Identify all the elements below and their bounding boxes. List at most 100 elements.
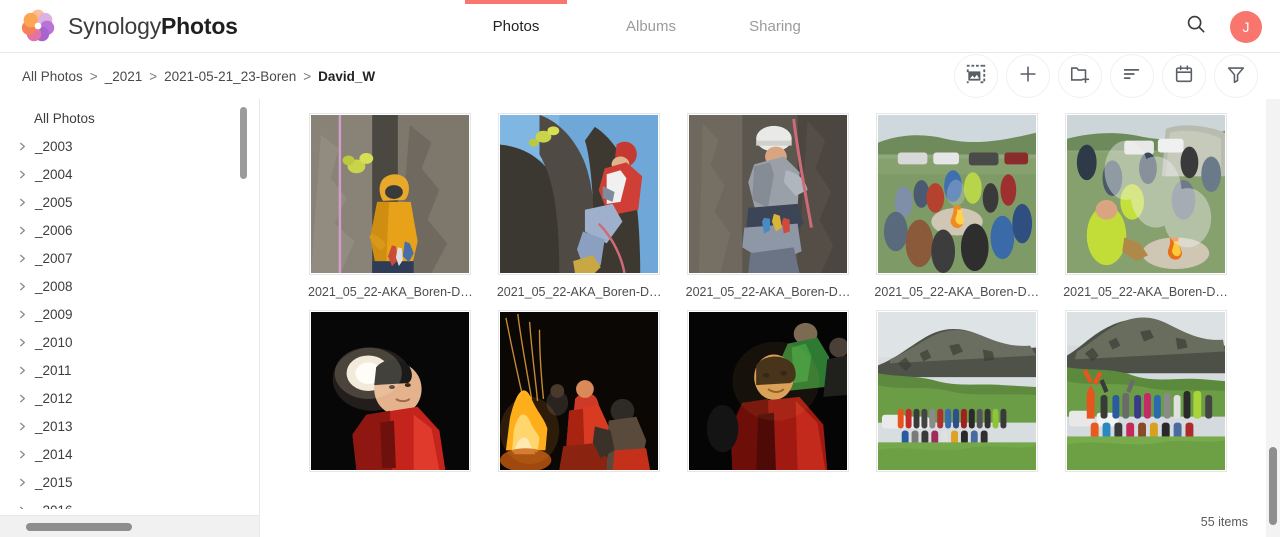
breadcrumb-item-all-photos[interactable]: All Photos [22, 69, 83, 84]
main-vertical-scrollbar-thumb[interactable] [1269, 447, 1277, 525]
tab-sharing-label: Sharing [749, 18, 801, 35]
photo-item[interactable]: 2021_05_22-AKA_Boren-D… [485, 113, 674, 299]
photo-item[interactable]: 2021_05_22-AKA_Boren-D… [296, 113, 485, 299]
breadcrumb-item-2021[interactable]: _2021 [105, 69, 143, 84]
sidebar-item-label: _2010 [35, 334, 73, 350]
photo-item[interactable]: 2021_05_22-AKA_Boren-D… [674, 113, 863, 299]
sidebar-item-2006[interactable]: _2006 [0, 216, 236, 244]
photo-thumbnail[interactable] [498, 310, 661, 472]
sidebar-item-2014[interactable]: _2014 [0, 440, 236, 468]
sidebar-item-2016[interactable]: _2016 [0, 496, 236, 509]
chevron-right-icon[interactable] [16, 336, 28, 348]
sidebar-item-2011[interactable]: _2011 [0, 356, 236, 384]
sidebar-item-label: _2012 [35, 390, 73, 406]
chevron-right-icon[interactable] [16, 364, 28, 376]
chevron-right-icon[interactable] [16, 308, 28, 320]
sidebar-item-label: All Photos [34, 111, 95, 126]
tab-sharing[interactable]: Sharing [713, 0, 837, 53]
campsite-smoke-tent-image [1066, 115, 1225, 273]
photo-item[interactable]: 2021_05_22-AKA_Boren-D… [1051, 113, 1240, 299]
sidebar-item-label: _2005 [35, 194, 73, 210]
photo-item[interactable] [485, 310, 674, 482]
sidebar-item-label: _2009 [35, 306, 73, 322]
sidebar-item-label: _2014 [35, 446, 73, 462]
select-photos-button[interactable] [954, 54, 998, 98]
sidebar-item-label: _2007 [35, 250, 73, 266]
sidebar-item-2012[interactable]: _2012 [0, 384, 236, 412]
breadcrumb: All Photos > _2021 > 2021-05-21_23-Boren… [22, 69, 375, 84]
chevron-right-icon[interactable] [16, 448, 28, 460]
photo-row [296, 310, 1240, 482]
photo-thumbnail[interactable] [686, 310, 849, 472]
sidebar-vertical-scrollbar-thumb[interactable] [240, 107, 247, 179]
search-button[interactable] [1182, 13, 1210, 41]
folder-add-icon [1069, 63, 1091, 90]
chevron-right-icon[interactable] [16, 392, 28, 404]
chevron-right-icon[interactable] [16, 196, 28, 208]
photo-item[interactable]: 2021_05_22-AKA_Boren-D… [862, 113, 1051, 299]
photo-caption: 2021_05_22-AKA_Boren-D… [308, 285, 473, 299]
sidebar-item-2007[interactable]: _2007 [0, 244, 236, 272]
body: All Photos _2003 _2004 _2005 _2006 _2007 [0, 99, 1280, 537]
chevron-right-icon[interactable] [16, 476, 28, 488]
breadcrumb-item-boren[interactable]: 2021-05-21_23-Boren [164, 69, 296, 84]
tab-photos[interactable]: Photos [465, 0, 567, 53]
item-count-status: 55 items [1196, 513, 1252, 531]
photo-thumbnail[interactable] [686, 113, 849, 275]
photo-item[interactable] [296, 310, 485, 482]
photo-item[interactable] [674, 310, 863, 482]
sidebar-item-2009[interactable]: _2009 [0, 300, 236, 328]
sidebar-item-all-photos[interactable]: All Photos [0, 105, 236, 132]
chevron-right-icon[interactable] [16, 252, 28, 264]
group-photo-hill-2-image [1066, 312, 1225, 470]
chevron-right-icon[interactable] [16, 140, 28, 152]
tab-albums-label: Albums [625, 18, 677, 35]
photo-thumbnail[interactable] [1064, 310, 1227, 472]
photo-thumbnail[interactable] [309, 310, 472, 472]
sidebar-item-2005[interactable]: _2005 [0, 188, 236, 216]
sort-button[interactable] [1110, 54, 1154, 98]
sidebar-horizontal-scrollbar-track[interactable] [0, 515, 259, 537]
sidebar-item-2004[interactable]: _2004 [0, 160, 236, 188]
campfire-night-sparks-image [500, 312, 659, 470]
chevron-right-icon[interactable] [16, 224, 28, 236]
photo-thumbnail[interactable] [1064, 113, 1227, 275]
chevron-right-icon[interactable] [16, 420, 28, 432]
chevron-right-icon[interactable] [16, 280, 28, 292]
climber-white-helmet-image [688, 115, 847, 273]
sidebar-item-2010[interactable]: _2010 [0, 328, 236, 356]
photo-thumbnail[interactable] [498, 113, 661, 275]
photo-item[interactable] [1051, 310, 1240, 482]
avatar[interactable]: J [1230, 10, 1262, 43]
sidebar-item-2013[interactable]: _2013 [0, 412, 236, 440]
new-folder-button[interactable] [1058, 54, 1102, 98]
brand-title-bold: Photos [161, 12, 238, 39]
sidebar-item-label: _2003 [35, 138, 73, 154]
group-photo-hill-1-image [877, 312, 1036, 470]
plus-icon [1017, 63, 1039, 90]
chevron-right-icon[interactable] [16, 168, 28, 180]
add-button[interactable] [1006, 54, 1050, 98]
breadcrumb-bar: All Photos > _2021 > 2021-05-21_23-Boren… [0, 53, 1280, 99]
sidebar-horizontal-scrollbar-thumb[interactable] [26, 523, 132, 531]
photo-thumbnail[interactable] [309, 113, 472, 275]
sidebar-item-2015[interactable]: _2015 [0, 468, 236, 496]
synology-photos-logo-icon [20, 8, 56, 44]
filter-button[interactable] [1214, 54, 1258, 98]
breadcrumb-separator: > [149, 68, 158, 84]
sidebar-item-label: _2008 [35, 278, 73, 294]
sort-icon [1121, 63, 1143, 90]
sidebar-item-2003[interactable]: _2003 [0, 132, 236, 160]
sidebar-item-2008[interactable]: _2008 [0, 272, 236, 300]
photo-item[interactable] [862, 310, 1051, 482]
photo-grid-area: 2021_05_22-AKA_Boren-D… 2021_05_22-AKA_B… [260, 99, 1280, 537]
photo-grid: 2021_05_22-AKA_Boren-D… 2021_05_22-AKA_B… [296, 113, 1240, 493]
photo-thumbnail[interactable] [875, 113, 1038, 275]
photo-thumbnail[interactable] [875, 310, 1038, 472]
brand[interactable]: SynologyPhotos [20, 0, 238, 52]
campfire-group-day-image [877, 115, 1036, 273]
chevron-right-icon[interactable] [16, 504, 28, 509]
calendar-button[interactable] [1162, 54, 1206, 98]
app-header: SynologyPhotos Photos Albums Sharing J [0, 0, 1280, 53]
tab-albums[interactable]: Albums [589, 0, 713, 53]
